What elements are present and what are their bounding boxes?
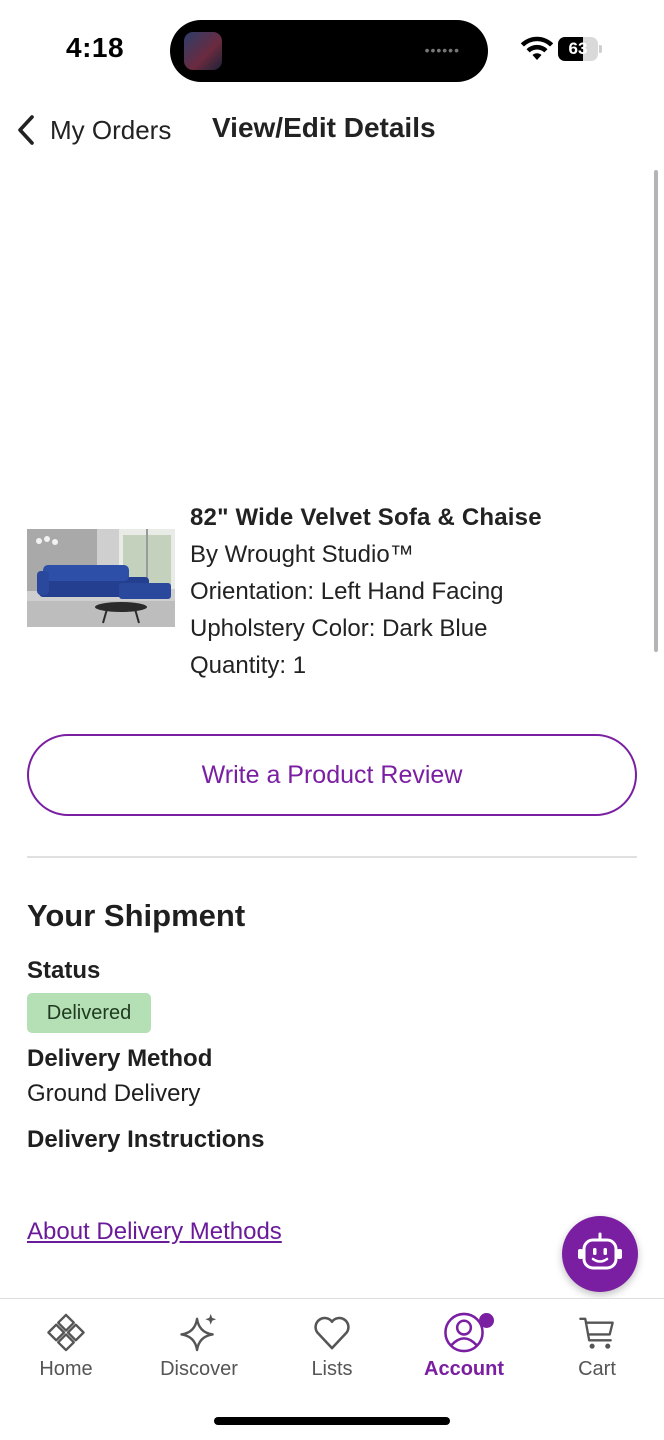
- tab-discover[interactable]: Discover: [139, 1311, 259, 1381]
- dynamic-island: ••••••: [170, 20, 488, 82]
- home-indicator[interactable]: [214, 1417, 450, 1425]
- sparkle-icon: [180, 1313, 217, 1352]
- nav-header: My Orders View/Edit Details: [0, 100, 664, 160]
- notification-dot: [479, 1313, 494, 1328]
- delivery-instructions-label: Delivery Instructions: [27, 1126, 265, 1153]
- delivery-method-label: Delivery Method: [27, 1045, 213, 1072]
- delivery-method-value: Ground Delivery: [27, 1080, 201, 1107]
- battery-icon: 63: [558, 37, 602, 61]
- back-label: My Orders: [50, 114, 172, 145]
- scrollbar[interactable]: [654, 170, 658, 652]
- write-review-button[interactable]: Write a Product Review: [27, 734, 637, 816]
- tab-cart[interactable]: Cart: [537, 1311, 657, 1381]
- tab-label-home: Home: [39, 1358, 93, 1380]
- tab-home[interactable]: Home: [6, 1311, 126, 1381]
- tab-account[interactable]: Account: [404, 1311, 524, 1381]
- about-delivery-methods-link[interactable]: About Delivery Methods: [27, 1218, 282, 1246]
- app-icon: [184, 32, 222, 70]
- status-badge: Delivered: [27, 993, 151, 1033]
- tab-label-cart: Cart: [578, 1358, 616, 1380]
- tab-lists[interactable]: Lists: [272, 1311, 392, 1381]
- clock: 4:18: [66, 32, 125, 63]
- page-title: View/Edit Details: [212, 112, 436, 143]
- product-image[interactable]: [27, 529, 175, 627]
- cart-icon: [579, 1317, 614, 1349]
- product-quantity: Quantity: 1: [190, 652, 307, 679]
- home-icon: [47, 1313, 85, 1352]
- product-info: 82" Wide Velvet Sofa & Chaise By Wrought…: [190, 500, 630, 684]
- shipment-title: Your Shipment: [27, 898, 246, 933]
- heart-icon: [314, 1316, 350, 1350]
- robot-icon: [578, 1232, 622, 1270]
- activity-dots: ••••••: [424, 42, 460, 58]
- status-label: Status: [27, 957, 101, 984]
- tab-label-discover: Discover: [160, 1358, 238, 1380]
- product-name[interactable]: 82" Wide Velvet Sofa & Chaise: [190, 500, 630, 536]
- tab-label-lists: Lists: [311, 1358, 353, 1380]
- product-brand: By Wrought Studio™: [190, 541, 414, 568]
- tab-label-account: Account: [424, 1358, 504, 1380]
- status-bar: 4:18 •••••• 63: [0, 0, 664, 100]
- chevron-left-icon: [18, 115, 34, 145]
- product-color: Upholstery Color: Dark Blue: [190, 615, 488, 642]
- chat-assistant-button[interactable]: [562, 1216, 638, 1292]
- back-button[interactable]: My Orders: [12, 108, 171, 152]
- battery-level: 63: [568, 39, 588, 58]
- divider: [27, 856, 637, 858]
- wifi-icon: [520, 36, 554, 60]
- product-orientation: Orientation: Left Hand Facing: [190, 578, 504, 605]
